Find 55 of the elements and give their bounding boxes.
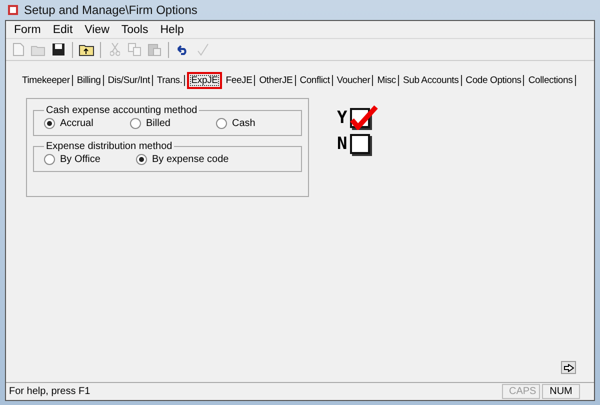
radio-option[interactable]: By expense code bbox=[136, 154, 229, 165]
tab[interactable]: OtherJE bbox=[257, 75, 296, 86]
group-title: Cash expense accounting method bbox=[45, 105, 198, 116]
tab[interactable]: Conflict bbox=[298, 75, 333, 86]
tab[interactable]: Billing bbox=[74, 75, 104, 86]
status-indicator: NUM bbox=[542, 384, 580, 399]
radio-label: Accrual bbox=[60, 118, 94, 129]
menu-item[interactable]: View bbox=[78, 24, 116, 36]
group-title: Expense distribution method bbox=[45, 141, 174, 152]
undo-icon bbox=[176, 44, 189, 54]
menu-item[interactable]: Help bbox=[154, 24, 190, 36]
arrow-icon bbox=[564, 364, 574, 372]
radio-button[interactable] bbox=[44, 118, 55, 129]
copy-icon bbox=[128, 43, 141, 56]
menu-item[interactable]: Tools bbox=[115, 24, 154, 36]
radio-option[interactable]: Cash bbox=[216, 118, 302, 129]
tab[interactable]: Dis/Sur/Int bbox=[106, 75, 153, 86]
folder-up-icon bbox=[79, 43, 94, 56]
check-mark-icon bbox=[349, 104, 380, 130]
tab[interactable]: Voucher bbox=[334, 75, 374, 86]
clipboard-icon bbox=[148, 43, 161, 56]
radio-button[interactable] bbox=[216, 118, 227, 129]
radio-button[interactable] bbox=[136, 154, 147, 165]
tab[interactable]: Sub Accounts bbox=[400, 75, 462, 86]
yes-letter: Y bbox=[337, 108, 348, 128]
radio-option[interactable]: Billed bbox=[130, 118, 216, 129]
tab[interactable]: ExpJE bbox=[187, 72, 222, 89]
tab[interactable]: Trans. bbox=[154, 75, 186, 86]
radio-label: By Office bbox=[60, 154, 100, 165]
save-icon bbox=[52, 43, 65, 56]
menu-item[interactable]: Edit bbox=[46, 24, 79, 36]
new-file-icon bbox=[13, 43, 24, 56]
no-letter: N bbox=[337, 134, 348, 154]
radio-label: Billed bbox=[146, 118, 170, 129]
tab[interactable]: FeeJE bbox=[224, 75, 256, 86]
folder-icon bbox=[31, 44, 46, 56]
next-button[interactable] bbox=[561, 361, 576, 374]
radio-option[interactable]: By Office bbox=[44, 154, 136, 165]
tab[interactable]: Misc bbox=[375, 75, 399, 86]
tab[interactable]: Collections bbox=[526, 75, 576, 86]
app-icon bbox=[7, 4, 19, 16]
menu-item[interactable]: Form bbox=[8, 24, 47, 36]
radio-option[interactable]: Accrual bbox=[44, 118, 130, 129]
status-indicator: CAPS bbox=[502, 384, 540, 399]
status-help-text: For help, press F1 bbox=[8, 386, 92, 397]
window-title: Setup and Manage\Firm Options bbox=[24, 3, 198, 17]
tab[interactable]: Code Options bbox=[464, 75, 524, 86]
radio-button[interactable] bbox=[130, 118, 141, 129]
toolbar-button[interactable] bbox=[50, 41, 67, 58]
check-mark-icon bbox=[196, 43, 208, 56]
tab[interactable]: Timekeeper bbox=[20, 75, 73, 86]
radio-label: By expense code bbox=[152, 154, 229, 165]
radio-button[interactable] bbox=[44, 154, 55, 165]
radio-label: Cash bbox=[232, 118, 256, 129]
scissors-icon bbox=[110, 43, 120, 56]
